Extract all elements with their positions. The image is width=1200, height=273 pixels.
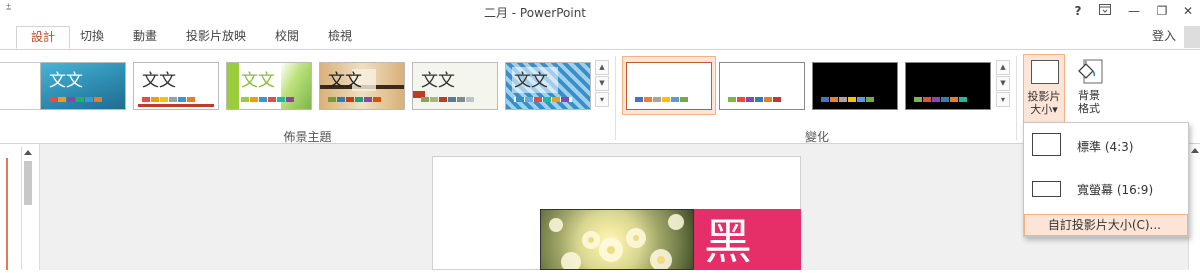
tab-slide-show[interactable]: 投影片放映 [172,26,260,49]
standard-slide-icon [1032,133,1061,156]
slide-accent-block: 黑 [694,209,801,270]
theme-thumbnail[interactable]: 文文 [226,62,312,110]
format-background-label-line2: 格式 [1078,102,1100,115]
avatar [1184,26,1200,48]
scroll-up-arrow-icon[interactable] [1191,148,1199,153]
slide-flower-image[interactable] [540,209,694,270]
slide-area-scrollbar[interactable] [1188,144,1200,270]
theme-thumbnail[interactable]: 文文 [319,62,405,110]
menu-item-custom-slide-size[interactable]: 自訂投影片大小(C)... [1024,214,1188,236]
theme-sample-text: 文文 [49,71,83,91]
tab-design[interactable]: 設計 [16,26,71,49]
group-divider [1016,56,1017,140]
theme-sample-text: 文文 [514,71,548,91]
gallery-scroll-down-button[interactable]: ▼ [595,76,609,91]
minimize-button[interactable]: — [1122,2,1146,20]
help-button[interactable]: ? [1066,2,1090,20]
widescreen-slide-icon [1032,181,1061,197]
format-background-button[interactable]: 背景 格式 [1068,54,1110,126]
variant-scroll-up-button[interactable]: ▲ [996,60,1010,75]
gallery-more-button[interactable]: ▾ [595,92,609,107]
slide-size-button[interactable]: 投影片 大小▾ [1023,54,1065,126]
ribbon: 文文 文文 文文 文文 文文 文文 ▲ ▼ ▾ 佈景主題 ▲ ▼ ▾ 變化 投影… [0,49,1200,144]
paint-bucket-icon [1076,59,1104,88]
gallery-scroll-up-button[interactable]: ▲ [595,60,609,75]
ribbon-tabs: 設計 切換 動畫 投影片放映 校閱 檢視 [0,22,1200,49]
close-button[interactable]: ✕ [1176,2,1200,20]
slide-size-label-line2: 大小 [1030,103,1053,116]
variant-scroll-down-button[interactable]: ▼ [996,76,1010,91]
variant-more-button[interactable]: ▾ [996,92,1010,107]
thumbnail-pane-scrollbar[interactable] [21,146,34,270]
theme-sample-text: 文文 [241,71,275,91]
slide-size-icon [1031,60,1059,84]
tab-view[interactable]: 檢視 [314,26,366,49]
theme-sample-text: 文文 [421,71,455,91]
menu-item-label: 寬螢幕 (16:9) [1077,183,1154,197]
dropdown-arrow-icon: ▾ [1052,103,1058,116]
slide-size-label-line1: 投影片 [1027,90,1061,103]
theme-thumbnail[interactable]: 文文 [505,62,591,110]
menu-item-label: 標準 (4:3) [1077,140,1134,154]
group-divider [615,56,616,140]
themes-group-label: 佈景主題 [283,130,332,144]
sign-in-link[interactable]: 登入 [1152,27,1176,44]
tab-animations[interactable]: 動畫 [119,26,171,49]
tab-review[interactable]: 校閱 [261,26,313,49]
scroll-thumb[interactable] [24,161,32,205]
variant-thumbnail[interactable] [905,62,991,110]
variant-thumbnail[interactable] [812,62,898,110]
format-background-label-line1: 背景 [1078,89,1100,102]
slide-accent-character: 黑 [704,214,753,270]
maximize-button[interactable]: ❐ [1150,2,1174,20]
title-bar: ⩲ 二月 - PowerPoint ? — ❐ ✕ [0,0,1200,22]
ribbon-display-options-icon[interactable] [1093,2,1117,20]
theme-sample-text: 文文 [328,71,362,91]
theme-thumbnail[interactable]: 文文 [40,62,126,110]
slide-thumbnail-selected[interactable] [0,158,8,270]
variants-group-label: 變化 [804,130,829,144]
slide-thumbnail-pane [0,144,40,270]
variant-thumbnail[interactable] [719,62,805,110]
scroll-up-arrow-icon[interactable] [24,150,32,155]
menu-item-widescreen-16-9[interactable]: 寬螢幕 (16:9) [1024,168,1188,208]
slide-size-menu: 標準 (4:3) 寬螢幕 (16:9) 自訂投影片大小(C)... [1023,122,1189,237]
variant-thumbnail[interactable] [626,62,712,110]
theme-thumbnail[interactable]: 文文 [412,62,498,110]
tab-transitions[interactable]: 切換 [66,26,118,49]
menu-item-standard-4-3[interactable]: 標準 (4:3) [1024,125,1188,165]
theme-thumbnail[interactable]: 文文 [133,62,219,110]
theme-sample-text: 文文 [142,71,176,91]
window-title: 二月 - PowerPoint [483,6,587,20]
